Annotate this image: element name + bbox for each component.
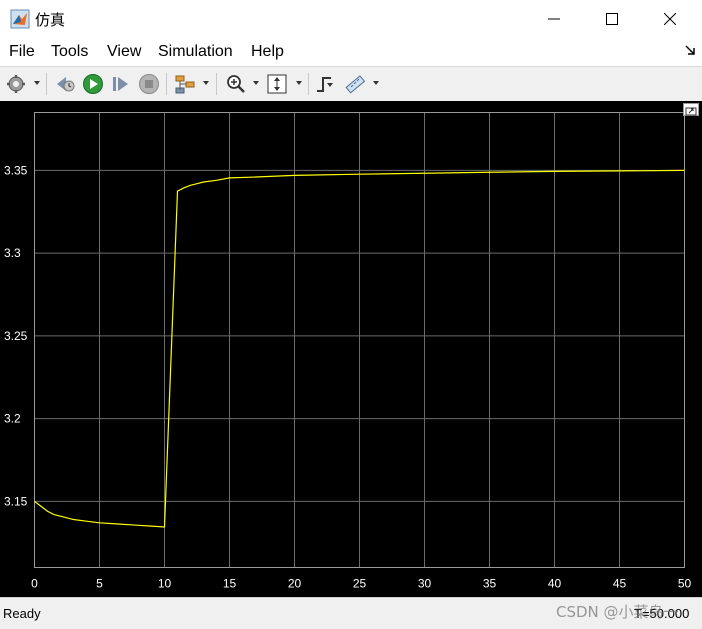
y-tick-label: 3.25 — [4, 329, 28, 343]
x-tick-label: 5 — [96, 577, 103, 591]
expand-axes-button[interactable] — [683, 103, 699, 116]
settings-icon[interactable] — [5, 73, 27, 95]
step-back-icon[interactable] — [54, 73, 76, 95]
autoscale-dropdown-icon[interactable] — [295, 79, 303, 87]
undock-arrow-icon[interactable] — [684, 44, 696, 56]
minimize-button[interactable] — [531, 0, 577, 38]
menu-bar: File Tools View Simulation Help — [0, 38, 702, 67]
toolbar-separator — [308, 73, 309, 95]
signal-dropdown-icon[interactable] — [202, 79, 210, 87]
x-tick-label: 20 — [288, 577, 302, 591]
title-bar: 仿真 — [0, 0, 702, 38]
toolbar — [0, 67, 702, 102]
step-forward-icon[interactable] — [110, 73, 132, 95]
menu-help[interactable]: Help — [251, 43, 284, 61]
maximize-icon — [606, 13, 618, 25]
run-icon[interactable] — [82, 73, 104, 95]
y-tick-label: 3.15 — [4, 494, 28, 508]
x-tick-label: 30 — [418, 577, 432, 591]
toolbar-separator — [216, 73, 217, 95]
scope-display[interactable]: 0 5 10 15 20 25 30 35 40 45 50 3.15 3.2 3.25 3.3 3.35 — [0, 101, 702, 597]
measurements-icon[interactable] — [344, 73, 366, 95]
minimize-icon — [548, 18, 560, 20]
menu-simulation[interactable]: Simulation — [158, 43, 233, 61]
x-tick-label: 45 — [613, 577, 627, 591]
menu-tools[interactable]: Tools — [51, 43, 88, 61]
stop-icon[interactable] — [138, 73, 160, 95]
y-tick-label: 3.2 — [4, 412, 21, 426]
watermark: CSDN @小菜鸟一 — [556, 603, 679, 621]
x-tick-label: 15 — [223, 577, 237, 591]
y-tick-label: 3.3 — [4, 246, 21, 260]
expand-icon — [685, 107, 697, 116]
close-icon — [664, 13, 676, 25]
status-text: Ready — [3, 606, 41, 621]
x-tick-label: 50 — [678, 577, 692, 591]
measurements-dropdown-icon[interactable] — [372, 79, 380, 87]
triggers-icon[interactable] — [314, 73, 336, 95]
zoom-dropdown-icon[interactable] — [252, 79, 260, 87]
autoscale-icon[interactable] — [266, 73, 288, 95]
window-title: 仿真 — [35, 11, 66, 29]
y-tick-label: 3.35 — [4, 163, 28, 177]
matlab-icon — [10, 9, 30, 29]
x-tick-label: 0 — [31, 577, 38, 591]
close-button[interactable] — [647, 0, 693, 38]
x-tick-label: 10 — [158, 577, 172, 591]
zoom-icon[interactable] — [225, 73, 247, 95]
signal-hierarchy-icon[interactable] — [174, 73, 196, 95]
toolbar-separator — [46, 73, 47, 95]
settings-dropdown-icon[interactable] — [33, 79, 41, 87]
menu-file[interactable]: File — [9, 43, 35, 61]
scope-chart: 0 5 10 15 20 25 30 35 40 45 50 3.15 3.2 3.25 3.3 3.35 — [4, 112, 692, 591]
toolbar-separator — [166, 73, 167, 95]
x-tick-label: 40 — [548, 577, 562, 591]
menu-view[interactable]: View — [107, 43, 141, 61]
x-tick-label: 35 — [483, 577, 497, 591]
x-tick-label: 25 — [353, 577, 367, 591]
maximize-button[interactable] — [589, 0, 635, 38]
